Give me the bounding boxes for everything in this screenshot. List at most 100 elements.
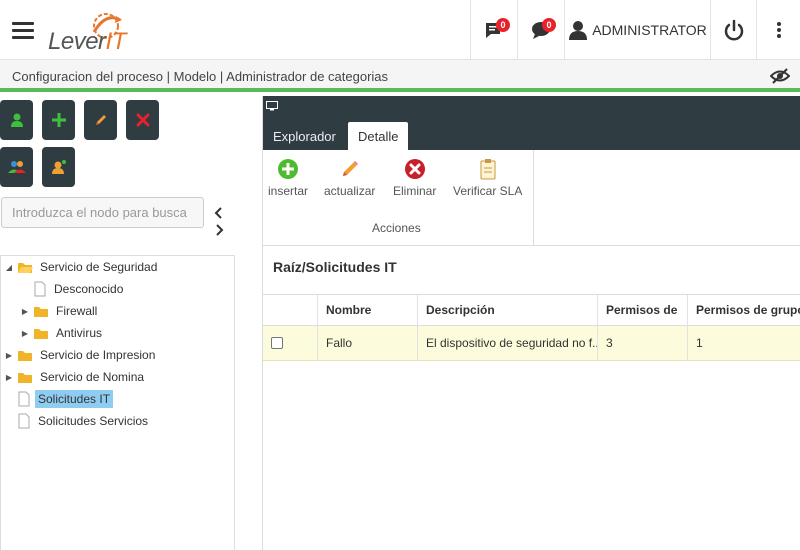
- section-title: Raíz/Solicitudes IT: [273, 259, 397, 275]
- tree-node-label: Solicitudes IT: [35, 390, 114, 408]
- user-icon: [10, 113, 23, 127]
- expand-arrow-icon[interactable]: [212, 223, 226, 237]
- file-icon: [17, 391, 31, 407]
- header-permisos[interactable]: Permisos de: [597, 295, 687, 325]
- row-select-cell: [263, 326, 317, 360]
- power-icon: [724, 19, 743, 41]
- cell-nombre: Fallo: [317, 326, 417, 360]
- tree-node[interactable]: ▶ Servicio de Impresion: [3, 344, 158, 366]
- tree-node[interactable]: Solicitudes Servicios: [3, 410, 151, 432]
- tree-node-label: Antivirus: [56, 326, 103, 340]
- logo-text: Lever: [48, 28, 106, 55]
- table-row[interactable]: Fallo El dispositivo de seguridad no f..…: [263, 326, 800, 361]
- tree-node-label: Servicio de Seguridad: [40, 260, 158, 274]
- user-icon: [569, 21, 588, 40]
- top-bar: LeverIT 0 0 ADMINISTRATOR: [0, 0, 800, 60]
- category-tree-panel: ◢ Servicio de Seguridad Desconocido ▶ Fi…: [0, 96, 262, 550]
- breadcrumb: Configuracion del proceso | Modelo | Adm…: [12, 69, 389, 84]
- expand-toggle-icon[interactable]: ◢: [3, 263, 15, 272]
- logo: LeverIT: [48, 10, 128, 55]
- insert-button[interactable]: insertar: [268, 158, 308, 198]
- hide-eye-icon[interactable]: [770, 68, 790, 84]
- user-menu[interactable]: ADMINISTRATOR: [565, 0, 710, 60]
- folder-open-icon: [17, 260, 33, 274]
- messages-badge: 0: [542, 18, 556, 32]
- logout-button[interactable]: [711, 0, 756, 60]
- file-icon: [17, 413, 31, 429]
- file-icon: [33, 281, 47, 297]
- plus-icon: [51, 113, 66, 127]
- cell-descripcion: El dispositivo de seguridad no f...: [417, 326, 597, 360]
- notifications-button[interactable]: 0: [471, 0, 517, 60]
- header-select: [263, 295, 317, 325]
- breadcrumb-bar: Configuracion del proceso | Modelo | Adm…: [0, 60, 800, 92]
- row-checkbox[interactable]: [271, 337, 283, 349]
- group-users-button[interactable]: [0, 147, 33, 187]
- tree-node[interactable]: ◢ Servicio de Seguridad: [3, 256, 160, 278]
- verify-sla-button[interactable]: Verificar SLA: [453, 158, 522, 198]
- vertical-dots-icon: [776, 22, 781, 38]
- logo-accent: IT: [105, 28, 127, 55]
- update-label: actualizar: [324, 184, 376, 198]
- tab-explorador[interactable]: Explorador: [263, 122, 346, 150]
- folder-icon: [33, 326, 49, 340]
- insert-label: insertar: [268, 184, 309, 198]
- add-button[interactable]: [42, 100, 75, 140]
- pencil-icon: [342, 161, 358, 176]
- tree-node[interactable]: Desconocido: [19, 278, 126, 300]
- collapsed-toggle-icon[interactable]: ▶: [3, 351, 15, 360]
- user-gear-icon: [51, 160, 66, 174]
- folder-icon: [17, 348, 33, 362]
- header-permisos-grupo[interactable]: Permisos de grupo: [687, 295, 800, 325]
- tree-node-selected[interactable]: Solicitudes IT: [3, 388, 114, 410]
- user-name: ADMINISTRATOR: [592, 22, 707, 38]
- tree-node[interactable]: ▶ Antivirus: [19, 322, 105, 344]
- detail-panel: Explorador Detalle insertar actualizar E…: [262, 96, 800, 550]
- folder-icon: [17, 370, 33, 384]
- header-descripcion[interactable]: Descripción: [417, 295, 597, 325]
- tree-node-label: Servicio de Impresion: [40, 348, 156, 362]
- more-options-button[interactable]: [757, 0, 800, 60]
- users-icon: [7, 161, 26, 173]
- notifications-badge: 0: [496, 18, 510, 32]
- update-button[interactable]: actualizar: [324, 158, 375, 198]
- tab-detalle[interactable]: Detalle: [348, 122, 409, 150]
- clipboard-icon: [480, 159, 496, 180]
- monitor-icon: [266, 101, 278, 111]
- ribbon-group-label: Acciones: [372, 221, 421, 235]
- category-tree: ◢ Servicio de Seguridad Desconocido ▶ Fi…: [0, 255, 235, 550]
- hamburger-menu-icon[interactable]: [12, 22, 34, 40]
- user-settings-button[interactable]: [42, 147, 75, 187]
- cell-permisos: 3: [597, 326, 687, 360]
- tab-label: Detalle: [358, 128, 399, 144]
- close-icon: [136, 113, 149, 127]
- delete-circle-icon: [404, 159, 425, 179]
- tree-node-label: Desconocido: [54, 282, 124, 296]
- collapsed-toggle-icon[interactable]: ▶: [3, 373, 15, 382]
- table-header: Nombre Descripción Permisos de Permisos …: [263, 294, 800, 326]
- delete-button[interactable]: [126, 100, 159, 140]
- messages-button[interactable]: 0: [518, 0, 564, 60]
- collapse-arrow-icon[interactable]: [212, 206, 226, 220]
- add-user-button[interactable]: [0, 100, 33, 140]
- actions-ribbon: insertar actualizar Eliminar Verificar S…: [263, 150, 800, 246]
- tree-search-input[interactable]: [1, 197, 204, 228]
- sla-label: Verificar SLA: [453, 184, 523, 198]
- pencil-icon: [95, 115, 106, 125]
- tree-node-label: Solicitudes Servicios: [38, 414, 149, 428]
- delete-action-button[interactable]: Eliminar: [393, 158, 436, 198]
- folder-icon: [33, 304, 49, 318]
- divider: [533, 150, 534, 246]
- tree-node[interactable]: ▶ Servicio de Nomina: [3, 366, 147, 388]
- edit-button[interactable]: [84, 100, 117, 140]
- plus-circle-icon: [278, 159, 298, 179]
- cell-permisos-grupo: 1: [687, 326, 800, 360]
- collapsed-toggle-icon[interactable]: ▶: [19, 329, 31, 338]
- header-nombre[interactable]: Nombre: [317, 295, 417, 325]
- tree-node[interactable]: ▶ Firewall: [19, 300, 100, 322]
- delete-label: Eliminar: [393, 184, 437, 198]
- collapsed-toggle-icon[interactable]: ▶: [19, 307, 31, 316]
- tree-node-label: Firewall: [56, 304, 98, 318]
- tree-node-label: Servicio de Nomina: [40, 370, 145, 384]
- panel-header: Explorador Detalle: [263, 96, 800, 150]
